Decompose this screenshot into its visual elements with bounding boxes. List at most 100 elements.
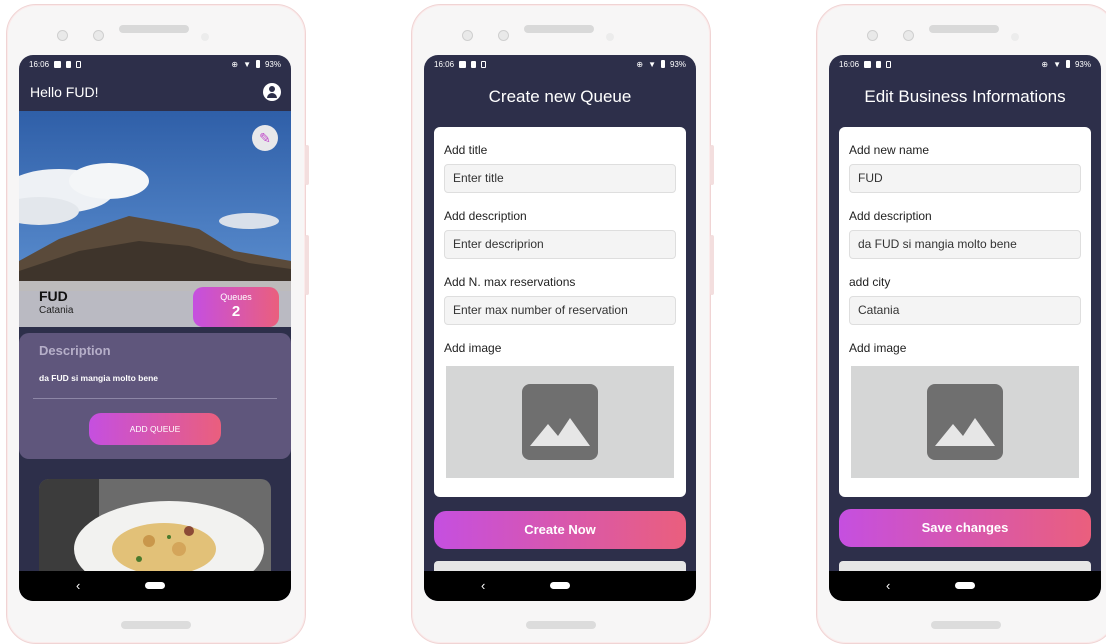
home-button[interactable]: [550, 582, 570, 589]
front-camera: [57, 30, 68, 41]
front-camera-2: [903, 30, 914, 41]
phone-home: 16:06 ⊕ ▼ 93% Hello FUD! ✎ FUD Catania Q…: [6, 4, 309, 644]
description-text: da FUD si mangia molto bene: [39, 373, 159, 383]
page-title: Create new Queue: [488, 87, 632, 106]
bottom-speaker: [121, 621, 191, 629]
sim-icon: [481, 60, 487, 68]
wifi-icon: ▼: [1053, 59, 1061, 69]
system-nav-bar: ‹: [829, 571, 1101, 601]
home-button[interactable]: [145, 582, 165, 589]
wifi-icon: ▼: [243, 59, 251, 69]
earpiece: [929, 25, 999, 33]
image-notification-icon: [864, 60, 872, 68]
data-saver-icon: ⊕: [231, 59, 239, 69]
queues-count: 2: [231, 303, 241, 320]
wifi-icon: ▼: [648, 59, 656, 69]
description-title: Description: [39, 343, 111, 358]
side-button: [710, 235, 714, 295]
status-bar: 16:06 ⊕ ▼ 93%: [829, 55, 1101, 73]
front-camera-2: [93, 30, 104, 41]
sensor: [201, 33, 209, 41]
image-picker[interactable]: [851, 366, 1079, 478]
save-changes-button[interactable]: Save changes: [839, 509, 1091, 547]
page-title: Edit Business Informations: [864, 87, 1066, 106]
front-camera-2: [498, 30, 509, 41]
sim-icon: [886, 60, 892, 68]
description-input[interactable]: da FUD si mangia molto bene: [849, 230, 1081, 259]
back-button[interactable]: ‹: [481, 578, 485, 593]
max-reservations-label: Add N. max reservations: [444, 275, 576, 289]
queue-card-image[interactable]: [39, 479, 271, 579]
title-input[interactable]: Enter title: [444, 164, 676, 193]
upload-icon: [471, 60, 477, 68]
cover-photo: [19, 111, 291, 291]
business-name: FUD: [39, 288, 68, 304]
business-cover-image: ✎: [19, 111, 291, 291]
screen: 16:06 ⊕ ▼ 93% Edit Business Informations…: [829, 55, 1101, 601]
phone-create-queue: 16:06 ⊕ ▼ 93% Create new Queue Add title…: [411, 4, 714, 644]
create-now-button[interactable]: Create Now: [434, 511, 686, 549]
account-icon[interactable]: [263, 83, 281, 101]
home-button[interactable]: [955, 582, 975, 589]
sensor: [1011, 33, 1019, 41]
title-label: Add title: [444, 143, 488, 157]
image-label: Add image: [849, 341, 907, 355]
battery-percent: 93%: [669, 59, 686, 69]
battery-percent: 93%: [264, 59, 281, 69]
city-input[interactable]: Catania: [849, 296, 1081, 325]
create-queue-form: Add title Enter title Add description En…: [434, 127, 686, 497]
bottom-speaker: [526, 621, 596, 629]
image-notification-icon: [54, 60, 62, 68]
data-saver-icon: ⊕: [636, 59, 644, 69]
greeting: Hello FUD!: [30, 84, 99, 100]
add-queue-button[interactable]: ADD QUEUE: [89, 413, 221, 445]
image-placeholder-icon: [522, 384, 598, 460]
bottom-speaker: [931, 621, 1001, 629]
name-input[interactable]: FUD: [849, 164, 1081, 193]
system-nav-bar: ‹: [19, 571, 291, 601]
side-button: [305, 145, 309, 185]
max-reservations-input[interactable]: Enter max number of reservation: [444, 296, 676, 325]
description-label: Add description: [849, 209, 932, 223]
edit-cover-button[interactable]: ✎: [252, 125, 278, 151]
side-button: [305, 235, 309, 295]
city-label: add city: [849, 275, 891, 289]
description-label: Add description: [444, 209, 527, 223]
edit-business-form: Add new name FUD Add description da FUD …: [839, 127, 1091, 497]
pencil-icon: ✎: [259, 129, 271, 146]
battery-percent: 93%: [1074, 59, 1091, 69]
battery-icon: [255, 60, 260, 68]
sensor: [606, 33, 614, 41]
back-button[interactable]: ‹: [76, 578, 80, 593]
app-bar: Hello FUD!: [19, 73, 291, 111]
front-camera: [462, 30, 473, 41]
status-bar: 16:06 ⊕ ▼ 93%: [19, 55, 291, 73]
phone-edit-business: 16:06 ⊕ ▼ 93% Edit Business Informations…: [816, 4, 1106, 644]
description-card: Description da FUD si mangia molto bene …: [19, 333, 291, 459]
divider: [33, 398, 277, 399]
image-picker[interactable]: [446, 366, 674, 478]
food-photo: [39, 479, 271, 579]
image-placeholder-icon: [927, 384, 1003, 460]
system-nav-bar: ‹: [424, 571, 696, 601]
description-input[interactable]: Enter descriprion: [444, 230, 676, 259]
battery-icon: [1065, 60, 1070, 68]
earpiece: [119, 25, 189, 33]
data-saver-icon: ⊕: [1041, 59, 1049, 69]
back-button[interactable]: ‹: [886, 578, 890, 593]
front-camera: [867, 30, 878, 41]
sim-icon: [76, 60, 82, 68]
screen: 16:06 ⊕ ▼ 93% Create new Queue Add title…: [424, 55, 696, 601]
status-time: 16:06: [434, 59, 455, 69]
screen: 16:06 ⊕ ▼ 93% Hello FUD! ✎ FUD Catania Q…: [19, 55, 291, 601]
earpiece: [524, 25, 594, 33]
queues-badge[interactable]: Queues 2: [193, 287, 279, 327]
name-label: Add new name: [849, 143, 930, 157]
status-time: 16:06: [839, 59, 860, 69]
battery-icon: [660, 60, 665, 68]
status-time: 16:06: [29, 59, 50, 69]
upload-icon: [66, 60, 72, 68]
image-label: Add image: [444, 341, 502, 355]
image-notification-icon: [459, 60, 467, 68]
status-bar: 16:06 ⊕ ▼ 93%: [424, 55, 696, 73]
